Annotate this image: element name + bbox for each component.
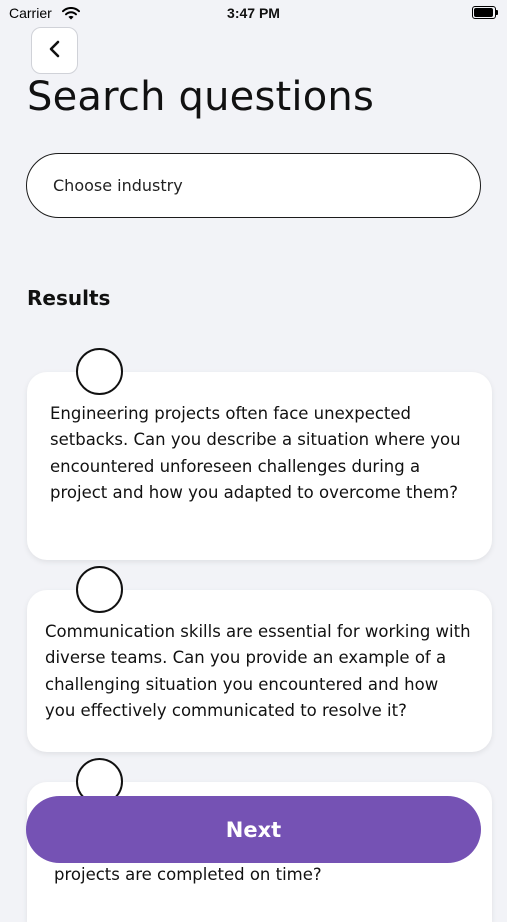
results-heading: Results [27,286,111,310]
question-text: projects are completed on time? [54,865,322,884]
chevron-left-icon [47,39,63,63]
question-text: Communication skills are essential for w… [45,622,471,720]
battery-icon [472,6,498,19]
industry-select-placeholder: Choose industry [53,176,183,195]
next-button[interactable]: Next [26,796,481,863]
clock: 3:47 PM [227,5,280,21]
status-bar: Carrier 3:47 PM [0,0,507,28]
question-text: Engineering projects often face unexpect… [50,404,461,502]
question-select-radio[interactable] [76,348,123,395]
question-select-radio[interactable] [76,566,123,613]
industry-select[interactable]: Choose industry [26,153,481,218]
question-card[interactable]: Communication skills are essential for w… [27,590,492,752]
back-button[interactable] [31,27,78,74]
page-title: Search questions [27,74,374,120]
question-card[interactable]: Engineering projects often face unexpect… [27,372,492,560]
